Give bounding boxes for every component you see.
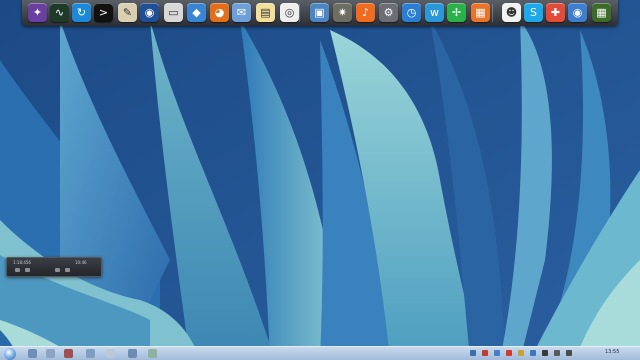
- ipod-glyph: ◎: [284, 6, 295, 19]
- green-grid-icon[interactable]: ▦: [592, 3, 611, 22]
- desktop: ✦ ∿ ↻ > ✎ ◉ ▭ ◆ ◕ ✉ ▤ ◎ ▣ ✷ ♪ ⚙ ◷ w ✢ ▦ ☻ S ✚ ◉ ▦ 1:18:456 10:46…: [0, 0, 640, 360]
- puzzle-glyph: ✚: [550, 6, 561, 19]
- system-preferences-glyph: ⚙: [383, 6, 394, 19]
- media-time-elapsed: 1:18:456: [13, 260, 31, 265]
- network-icon[interactable]: ✢: [447, 3, 466, 22]
- w-app-glyph: w: [430, 6, 439, 19]
- music-icon[interactable]: ♪: [356, 3, 375, 22]
- tray-shield-icon[interactable]: [506, 350, 512, 356]
- activity-monitor-icon[interactable]: ∿: [50, 3, 69, 22]
- tray-network-icon[interactable]: [482, 350, 488, 356]
- taskbar-app-icon-2[interactable]: [46, 349, 55, 358]
- preview-glyph: ▣: [314, 6, 325, 19]
- disk-utility-glyph: ◉: [144, 6, 155, 19]
- chromium-icon[interactable]: ◉: [568, 3, 587, 22]
- taskbar-app-icon-5[interactable]: [106, 349, 115, 358]
- agave-wallpaper: [0, 0, 640, 360]
- tray-volume-icon[interactable]: [470, 350, 476, 356]
- firefox-icon[interactable]: ◕: [210, 3, 229, 22]
- start-button[interactable]: [4, 348, 16, 360]
- activity-monitor-glyph: ∿: [54, 6, 65, 19]
- preview-icon[interactable]: ▣: [310, 3, 329, 22]
- dropbox-icon[interactable]: ◆: [187, 3, 206, 22]
- presentation-glyph: ▦: [475, 6, 486, 19]
- system-tray: [470, 349, 590, 359]
- media-stop-icon[interactable]: [25, 268, 30, 272]
- star-gear-glyph: ✷: [337, 6, 348, 19]
- puzzle-icon[interactable]: ✚: [546, 3, 565, 22]
- tray-speaker-icon[interactable]: [554, 350, 560, 356]
- terminal-glyph: >: [98, 6, 109, 19]
- ipod-icon[interactable]: ◎: [280, 3, 299, 22]
- mail-icon[interactable]: ✉: [232, 3, 251, 22]
- sync-icon[interactable]: ↻: [72, 3, 91, 22]
- clock[interactable]: 13:55: [605, 349, 619, 355]
- skype-glyph: S: [530, 6, 537, 19]
- tray-app-icon[interactable]: [494, 350, 500, 356]
- media-next-icon[interactable]: [65, 268, 70, 272]
- tray-battery-icon[interactable]: [542, 350, 548, 356]
- purple-galaxy-glyph: ✦: [32, 6, 43, 19]
- dropbox-glyph: ◆: [192, 6, 201, 19]
- disk-utility-icon[interactable]: ◉: [140, 3, 159, 22]
- network-glyph: ✢: [451, 6, 462, 19]
- tray-display-icon[interactable]: [530, 350, 536, 356]
- media-time-total: 10:46: [75, 260, 87, 265]
- dock-separator: [492, 4, 493, 22]
- purple-galaxy-icon[interactable]: ✦: [28, 3, 47, 22]
- hard-drive-glyph: ▭: [168, 6, 179, 19]
- mail-glyph: ✉: [236, 6, 247, 19]
- terminal-icon[interactable]: >: [94, 3, 113, 22]
- people-icon[interactable]: ☻: [502, 3, 521, 22]
- sync-glyph: ↻: [76, 6, 87, 19]
- system-preferences-icon[interactable]: ⚙: [379, 3, 398, 22]
- clock-glyph: ◷: [406, 6, 417, 19]
- tray-keyboard-icon[interactable]: [566, 350, 572, 356]
- taskbar-app-icon-4[interactable]: [86, 349, 95, 358]
- chromium-glyph: ◉: [572, 6, 583, 19]
- notes-glyph: ▤: [260, 6, 271, 19]
- notes-icon[interactable]: ▤: [256, 3, 275, 22]
- media-player-widget[interactable]: 1:18:456 10:46: [6, 257, 102, 277]
- tray-flag-icon[interactable]: [518, 350, 524, 356]
- application-dock: ✦ ∿ ↻ > ✎ ◉ ▭ ◆ ◕ ✉ ▤ ◎ ▣ ✷ ♪ ⚙ ◷ w ✢ ▦ ☻ S ✚ ◉ ▦: [22, 0, 618, 26]
- hard-drive-icon[interactable]: ▭: [164, 3, 183, 22]
- w-app-icon[interactable]: w: [425, 3, 444, 22]
- taskbar-app-icon-3[interactable]: [64, 349, 73, 358]
- taskbar-app-icon-6[interactable]: [128, 349, 137, 358]
- media-play-icon[interactable]: [15, 268, 20, 272]
- text-editor-icon[interactable]: ✎: [118, 3, 137, 22]
- media-prev-icon[interactable]: [55, 268, 60, 272]
- people-glyph: ☻: [505, 6, 518, 19]
- music-glyph: ♪: [361, 6, 370, 19]
- clock-icon[interactable]: ◷: [402, 3, 421, 22]
- firefox-glyph: ◕: [214, 6, 225, 19]
- dock-separator: [299, 4, 300, 22]
- presentation-icon[interactable]: ▦: [471, 3, 490, 22]
- text-editor-glyph: ✎: [122, 6, 133, 19]
- star-gear-icon[interactable]: ✷: [333, 3, 352, 22]
- taskbar-app-icon-1[interactable]: [28, 349, 37, 358]
- skype-icon[interactable]: S: [524, 3, 543, 22]
- taskbar: 13:55: [0, 346, 640, 360]
- green-grid-glyph: ▦: [596, 6, 607, 19]
- taskbar-app-icon-7[interactable]: [148, 349, 157, 358]
